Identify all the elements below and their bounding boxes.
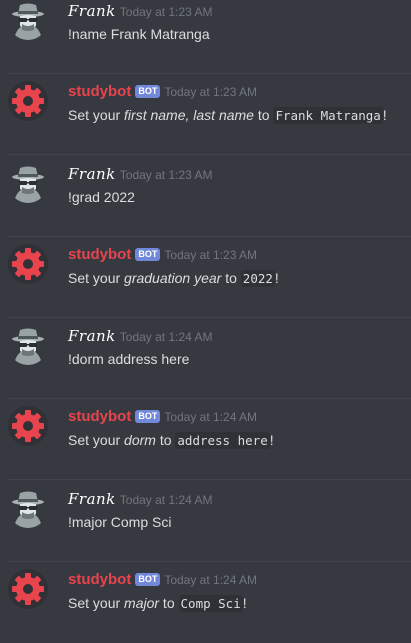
message-header: Frank Today at 1:23 AM	[68, 2, 213, 24]
message-content: Set your first name, last name to Frank …	[68, 107, 387, 124]
chat-messages: Frank Today at 1:23 AM !name Frank Matra…	[0, 0, 411, 640]
timestamp: Today at 1:23 AM	[164, 248, 258, 262]
message-bot: studybot BOT Today at 1:24 AM Set your d…	[0, 399, 411, 480]
username[interactable]: Frank	[68, 327, 116, 345]
spy-avatar-icon[interactable]	[8, 163, 48, 203]
message-header: Frank Today at 1:23 AM	[68, 165, 213, 187]
divider	[8, 154, 411, 155]
spy-avatar-icon[interactable]	[8, 0, 48, 40]
message-content: !major Comp Sci	[68, 514, 172, 530]
bot-username[interactable]: studybot	[68, 246, 131, 263]
bot-username[interactable]: studybot	[68, 408, 131, 425]
message-user: Frank Today at 1:24 AM !dorm address her…	[0, 318, 411, 399]
field-name: dorm	[124, 432, 156, 448]
bot-badge: BOT	[135, 248, 161, 261]
message-content: !dorm address here	[68, 351, 190, 367]
bot-badge: BOT	[135, 573, 161, 586]
bot-badge: BOT	[135, 410, 161, 423]
inline-code: address here	[175, 432, 270, 449]
message-bot: studybot BOT Today at 1:24 AM Set your m…	[0, 562, 411, 643]
timestamp: Today at 1:24 AM	[119, 330, 213, 344]
gear-avatar-icon[interactable]	[8, 81, 48, 121]
message-content: !grad 2022	[68, 189, 135, 205]
field-name: major	[124, 595, 160, 611]
bot-username[interactable]: studybot	[68, 571, 131, 588]
message-content: !name Frank Matranga	[68, 26, 210, 42]
gear-avatar-icon[interactable]	[8, 244, 48, 284]
message-user: Frank Today at 1:23 AM !grad 2022	[0, 156, 411, 237]
gear-avatar-icon[interactable]	[8, 569, 48, 609]
gear-avatar-icon[interactable]	[8, 406, 48, 446]
divider	[8, 479, 411, 480]
timestamp: Today at 1:23 AM	[119, 5, 213, 19]
message-content: Set your major to Comp Sci!	[68, 595, 247, 612]
bot-badge: BOT	[135, 85, 161, 98]
message-header: Frank Today at 1:24 AM	[68, 327, 213, 349]
message-user: Frank Today at 1:23 AM !name Frank Matra…	[0, 0, 411, 74]
message-header: Frank Today at 1:24 AM	[68, 490, 213, 512]
bot-username[interactable]: studybot	[68, 83, 131, 100]
message-header: studybot BOT Today at 1:24 AM	[68, 571, 257, 593]
spy-avatar-icon[interactable]	[8, 325, 48, 365]
username[interactable]: Frank	[68, 2, 116, 20]
message-bot: studybot BOT Today at 1:23 AM Set your f…	[0, 74, 411, 155]
inline-code: Frank Matranga	[273, 107, 383, 124]
field-name: first name, last name	[124, 107, 254, 123]
timestamp: Today at 1:24 AM	[164, 573, 258, 587]
message-content: Set your dorm to address here!	[68, 432, 274, 449]
timestamp: Today at 1:24 AM	[164, 410, 258, 424]
timestamp: Today at 1:23 AM	[164, 85, 258, 99]
timestamp: Today at 1:24 AM	[119, 493, 213, 507]
spy-avatar-icon[interactable]	[8, 488, 48, 528]
inline-code: 2022	[240, 270, 275, 287]
message-header: studybot BOT Today at 1:23 AM	[68, 246, 257, 268]
username[interactable]: Frank	[68, 165, 116, 183]
message-content: Set your graduation year to 2022!	[68, 270, 279, 287]
message-bot: studybot BOT Today at 1:23 AM Set your g…	[0, 237, 411, 318]
message-header: studybot BOT Today at 1:24 AM	[68, 408, 257, 430]
inline-code: Comp Sci	[178, 595, 243, 612]
message-header: studybot BOT Today at 1:23 AM	[68, 83, 257, 105]
username[interactable]: Frank	[68, 490, 116, 508]
timestamp: Today at 1:23 AM	[119, 168, 213, 182]
field-name: graduation year	[124, 270, 222, 286]
message-user: Frank Today at 1:24 AM !major Comp Sci	[0, 481, 411, 562]
